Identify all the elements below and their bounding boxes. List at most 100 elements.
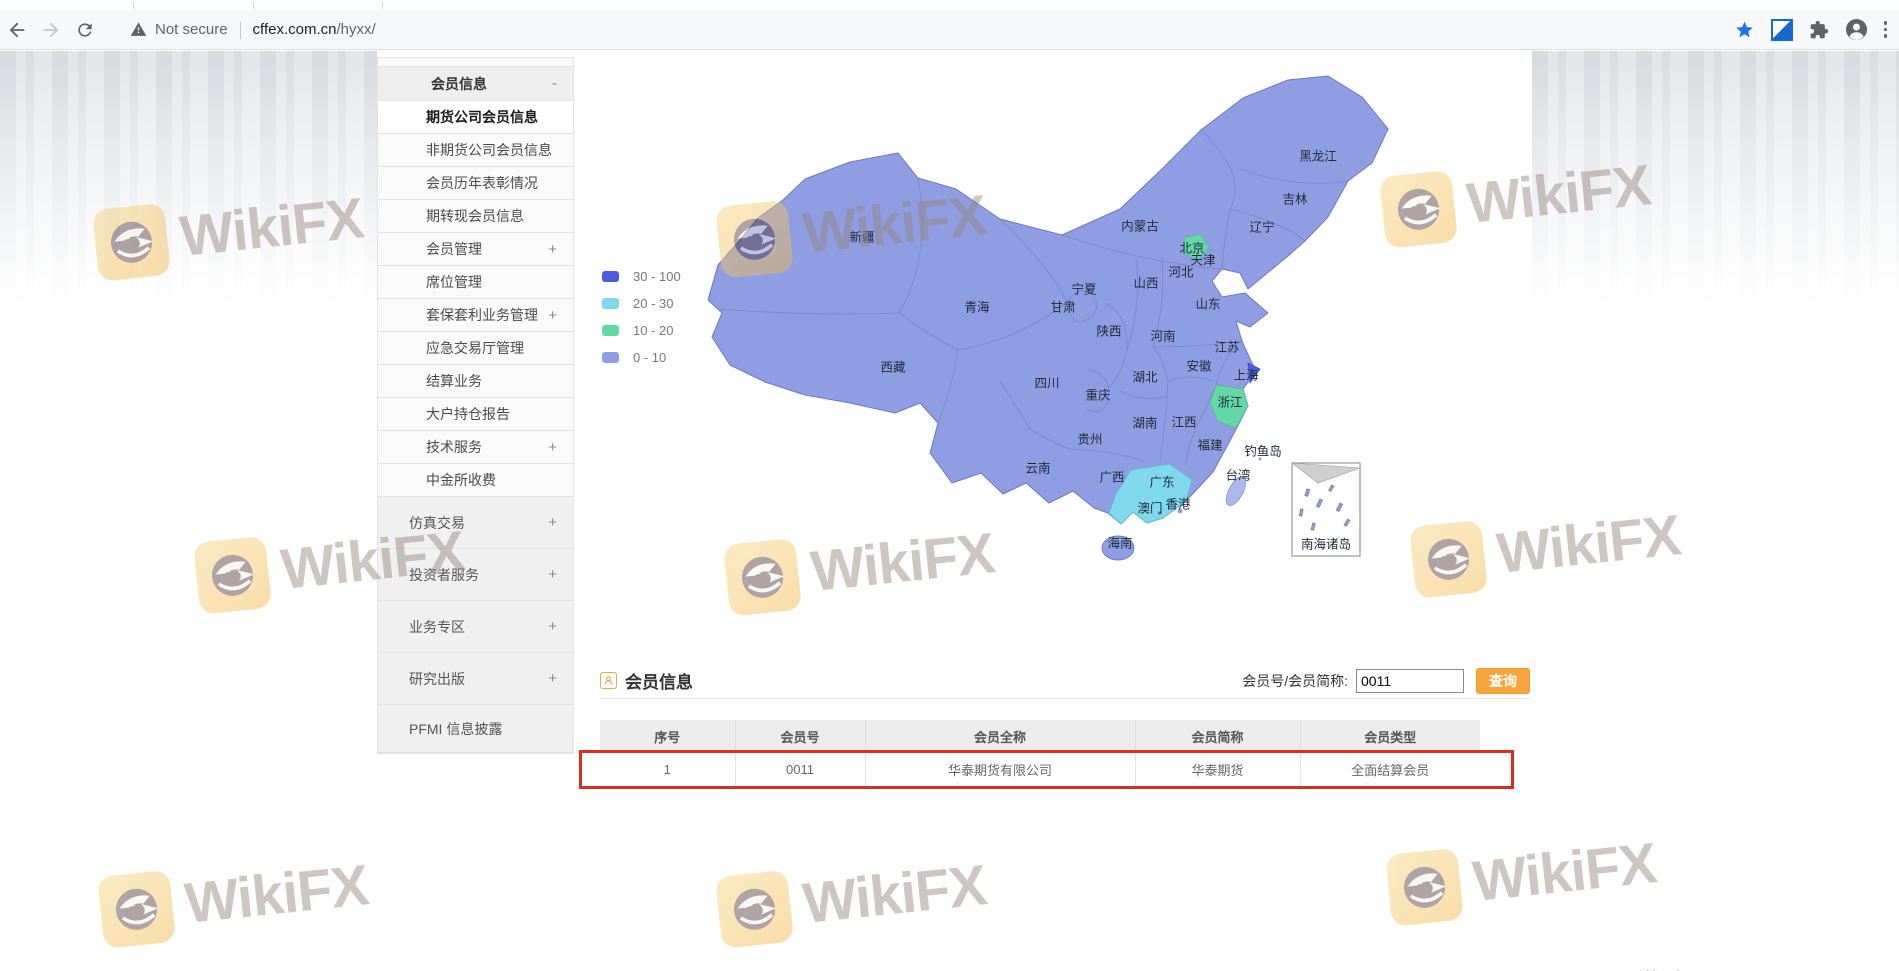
province-label: 云南 [1025,458,1050,477]
member-search: 会员号/会员简称: 查询 [1242,668,1530,694]
table-header-cell: 序号 [600,720,735,753]
wikifx-eagle-logo-icon [105,877,169,941]
sidebar-item[interactable]: 期转现会员信息 [378,200,573,233]
legend-label: 30 - 100 [633,269,681,284]
province-label: 辽宁 [1249,217,1274,236]
sidebar-item[interactable]: 研究出版 + [378,653,573,705]
wikifx-watermark: WikiFX [715,849,990,949]
legend-swatch [602,325,619,336]
forward-button[interactable] [34,13,68,47]
toolbar-actions [1734,18,1899,41]
wikifx-logo-badge [193,536,272,615]
section-title-text: 会员信息 [625,668,693,693]
province-label: 江苏 [1214,337,1239,356]
legend-item: 20 - 30 [602,290,681,317]
sidebar-item[interactable]: PFMI 信息披露 [378,705,573,753]
table-header-row: 序号会员号会员全称会员简称会员类型 [600,720,1480,753]
member-search-input[interactable] [1356,669,1464,693]
wikifx-logo-badge [1385,848,1464,927]
extension-s-icon[interactable] [1771,19,1793,41]
sidebar-item-label: 中金所收费 [426,470,496,490]
province-label: 山东 [1195,294,1220,313]
reload-button[interactable] [68,13,102,47]
reload-icon [75,20,95,40]
province-label: 河南 [1150,326,1175,345]
sidebar-item-label: 研究出版 [409,669,465,689]
sidebar-item[interactable]: 中金所收费 [378,464,573,497]
sidebar-item[interactable]: 会员信息- [378,67,573,101]
search-submit-button[interactable]: 查询 [1476,668,1530,694]
extensions-puzzle-icon[interactable] [1809,20,1829,40]
legend-label: 0 - 10 [633,350,666,365]
province-label: 上海 [1233,365,1258,384]
legend-swatch [602,271,619,282]
tab-separator [253,2,254,9]
expand-plus-icon[interactable]: + [548,439,557,456]
legend-swatch [602,352,619,363]
wikifx-watermark-text: WikiFX [1470,830,1659,915]
bookmark-star-icon[interactable] [1734,19,1755,40]
sidebar-item-label: 非期货公司会员信息 [426,140,552,160]
province-label: 福建 [1197,435,1222,454]
sidebar-item-label: 套保套利业务管理 [426,305,538,325]
china-choropleth-map: 黑龙江吉林辽宁内蒙古北京天津河北山西山东新疆青海甘肃宁夏陕西西藏四川重庆河南江苏… [600,51,1535,611]
sidebar-item[interactable]: 非期货公司会员信息 [378,134,573,167]
sidebar-item-label: 大户持仓报告 [426,404,510,424]
expand-plus-icon[interactable]: + [548,241,557,258]
province-label: 澳门 [1137,498,1162,517]
address-divider [240,21,241,39]
province-label: 钓鱼岛 [1244,441,1282,460]
expand-plus-icon[interactable]: + [548,670,557,687]
sidebar-item[interactable]: 结算业务 [378,365,573,398]
sidebar-item[interactable]: 技术服务+ [378,431,573,464]
windows-activation-title: 激活 Windows [1638,964,1827,971]
sidebar-item[interactable]: 应急交易厅管理 [378,332,573,365]
wikifx-watermark-text: WikiFX [182,852,371,937]
expand-plus-icon[interactable]: + [548,618,557,635]
sidebar-item[interactable]: 套保套利业务管理 + [378,299,573,332]
province-label: 吉林 [1282,189,1307,208]
profile-avatar-icon[interactable] [1845,18,1868,41]
table-header-cell: 会员简称 [1135,720,1300,753]
windows-activation-watermark: 激活 Windows 转到“设置”以激活 Windows。 [1638,964,1827,971]
province-label: 山西 [1133,273,1158,292]
table-header-cell: 会员类型 [1300,720,1480,753]
tab-separator [133,2,134,9]
page-content: 会员信息-期货公司会员信息非期货公司会员信息会员历年表彰情况期转现会员信息会员管… [0,51,1899,971]
sidebar-item-label: PFMI 信息披露 [409,719,502,739]
search-label: 会员号/会员简称: [1242,671,1348,691]
sidebar-item[interactable]: 业务专区+ [378,601,573,653]
sidebar-item-label: 投资者服务 [409,565,479,585]
sidebar-item[interactable]: 仿真交易+ [378,497,573,549]
expand-plus-icon[interactable]: + [548,566,557,583]
sidebar-item[interactable]: 席位管理 [378,266,573,299]
legend-item: 0 - 10 [602,344,681,371]
wikifx-logo-badge [715,870,794,949]
sidebar-item[interactable]: 投资者服务 + [378,549,573,601]
sidebar-item-label: 会员历年表彰情况 [426,173,538,193]
sidebar-item-label: 会员管理 [426,239,482,259]
sidebar-item[interactable]: 会员历年表彰情况 [378,167,573,200]
china-map-svg [600,51,1535,611]
sidebar-menu: 会员信息-期货公司会员信息非期货公司会员信息会员历年表彰情况期转现会员信息会员管… [377,57,574,754]
province-label: 湖南 [1132,413,1157,432]
expand-plus-icon[interactable]: + [548,514,557,531]
tab-strip[interactable] [0,0,1899,10]
highlight-annotation-box [579,750,1514,789]
sidebar-item[interactable]: 期货公司会员信息 [378,101,573,134]
province-label: 河北 [1168,262,1193,281]
sidebar-item[interactable]: 大户持仓报告 [378,398,573,431]
address-bar[interactable]: Not secure cffex.com.cn /hyxx/ [130,21,376,39]
province-label: 宁夏 [1071,279,1096,298]
collapse-minus-icon[interactable]: - [552,75,557,92]
province-label: 广西 [1099,467,1124,486]
expand-plus-icon[interactable]: + [548,307,557,324]
not-secure-warning-icon [130,21,147,38]
chrome-menu-icon[interactable] [1884,21,1888,38]
security-chip-label: Not secure [155,21,228,38]
wikifx-watermark: WikiFX [97,849,372,949]
province-label: 安徽 [1186,356,1211,375]
sidebar-item[interactable]: 会员管理 + [378,233,573,266]
sidebar-item-label: 席位管理 [426,272,482,292]
back-button[interactable] [0,13,34,47]
